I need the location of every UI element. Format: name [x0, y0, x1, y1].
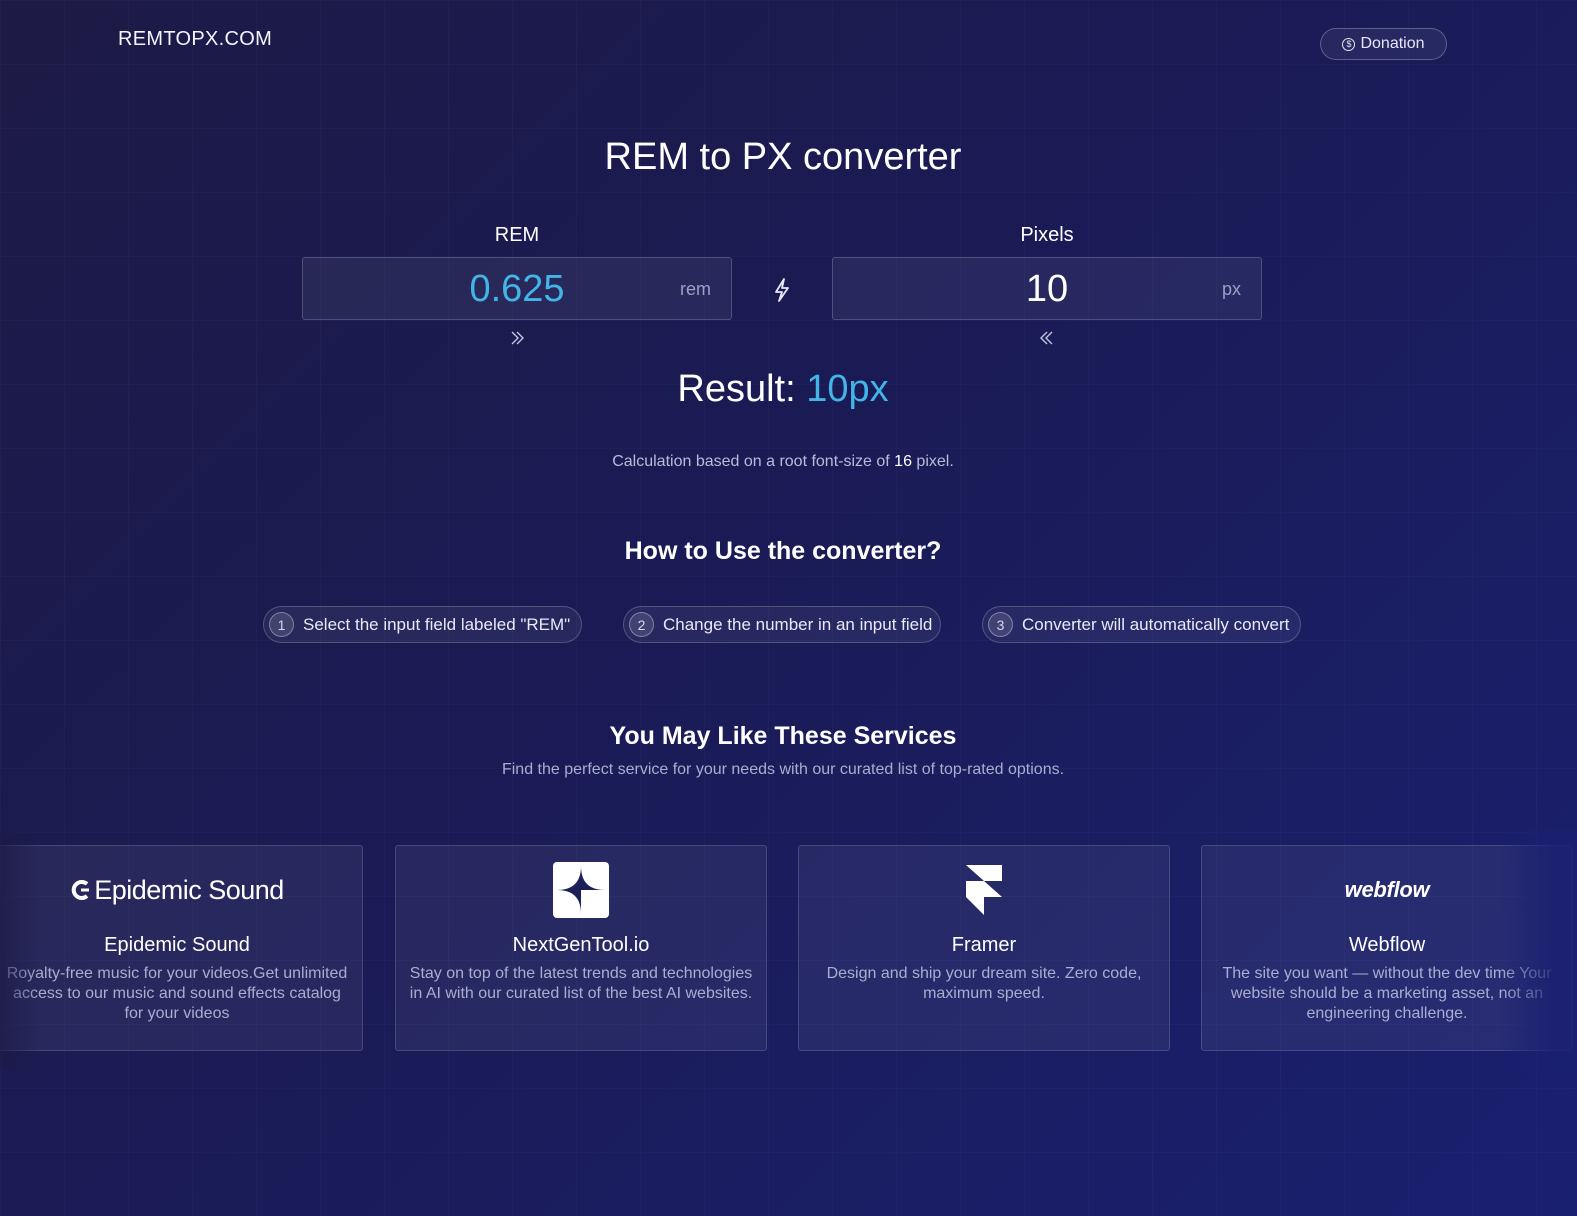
rem-input-value[interactable]: 0.625 — [303, 258, 731, 321]
service-card-framer[interactable]: Framer Design and ship your dream site. … — [798, 845, 1170, 1051]
px-input-value[interactable]: 10 — [833, 258, 1261, 321]
card-name: NextGenTool.io — [512, 934, 650, 956]
step-text: Change the number in an input field — [663, 614, 933, 634]
webflow-logo: webflow — [1202, 860, 1572, 920]
framer-logo — [799, 860, 1169, 920]
rem-unit: rem — [680, 279, 711, 299]
step-number: 3 — [988, 612, 1013, 637]
epidemic-sound-icon — [71, 880, 90, 900]
calc-prefix: Calculation based on a root font-size of — [612, 453, 890, 470]
donation-button[interactable]: $ Donation — [1320, 28, 1447, 60]
card-description: Design and ship your dream site. Zero co… — [826, 965, 1142, 1002]
step-1: 1 Select the input field labeled "REM" — [263, 606, 582, 643]
framer-icon — [966, 865, 1002, 915]
card-description: Royalty-free music for your videos.Get u… — [6, 965, 348, 1022]
chevrons-left-icon — [1040, 331, 1053, 345]
result-label: Result: — [677, 368, 796, 410]
calculation-note: Calculation based on a root font-size of… — [0, 453, 1566, 471]
services-title: You May Like These Services — [609, 722, 957, 750]
webflow-wordmark: webflow — [1344, 877, 1430, 902]
step-3: 3 Converter will automatically convert — [982, 606, 1301, 643]
howto-title: How to Use the converter? — [624, 537, 942, 565]
step-number: 1 — [269, 612, 294, 637]
step-number: 2 — [629, 612, 654, 637]
calc-suffix: pixel. — [916, 453, 954, 470]
nextgentool-logo — [396, 860, 766, 920]
px-label: Pixels — [1020, 224, 1074, 246]
rem-input[interactable]: 0.625 rem — [302, 257, 732, 320]
epidemic-sound-wordmark: Epidemic Sound — [94, 874, 284, 905]
epidemic-sound-logo: Epidemic Sound — [0, 860, 362, 920]
chevrons-right-icon — [511, 331, 524, 345]
card-name: Webflow — [1348, 934, 1426, 956]
nextgentool-icon — [553, 862, 609, 918]
result-value: 10px — [806, 368, 889, 410]
lightning-icon[interactable] — [770, 276, 794, 304]
service-card-nextgentool[interactable]: NextGenTool.io Stay on top of the latest… — [395, 845, 767, 1051]
page-title: REM to PX converter — [604, 136, 962, 178]
px-input[interactable]: 10 px — [832, 257, 1262, 320]
step-text: Converter will automatically convert — [1022, 614, 1290, 634]
dollar-coin-icon: $ — [1342, 37, 1356, 51]
services-subtitle: Find the perfect service for your needs … — [501, 761, 1065, 778]
rem-label: REM — [494, 224, 540, 246]
service-card-epidemic-sound[interactable]: Epidemic Sound Epidemic Sound Royalty-fr… — [0, 845, 363, 1051]
result: Result: 10px — [0, 368, 1566, 411]
root-font-size[interactable]: 16 — [894, 453, 912, 470]
card-description: The site you want — without the dev time… — [1222, 965, 1552, 1022]
card-name: Framer — [951, 934, 1017, 956]
service-card-webflow[interactable]: webflow Webflow The site you want — with… — [1201, 845, 1573, 1051]
card-name: Epidemic Sound — [104, 934, 250, 956]
step-2: 2 Change the number in an input field — [623, 606, 941, 643]
site-logo[interactable]: REMTOPX.COM — [118, 28, 272, 51]
px-unit: px — [1221, 279, 1241, 299]
donation-label: Donation — [1360, 35, 1425, 52]
card-description: Stay on top of the latest trends and tec… — [409, 965, 753, 1002]
step-text: Select the input field labeled "REM" — [303, 614, 571, 634]
